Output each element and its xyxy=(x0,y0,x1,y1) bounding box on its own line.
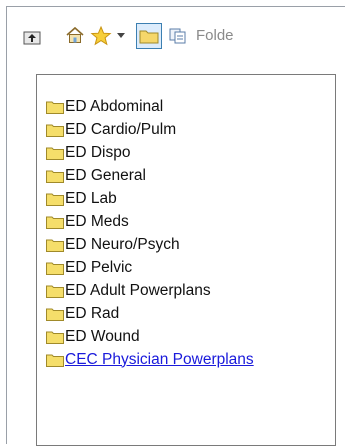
folder-icon xyxy=(46,101,64,114)
folder-item[interactable]: ED Abdominal xyxy=(46,95,254,118)
folder-item[interactable]: ED Adult Powerplans xyxy=(46,279,254,302)
folder-list-panel: ED Abdominal ED Cardio/Pulm ED Dispo ED Gen… xyxy=(36,74,336,446)
folder-item[interactable]: ED Pelvic xyxy=(46,256,254,279)
folder-item-label: CEC Physician Powerplans xyxy=(65,350,254,368)
folder-icon xyxy=(46,124,64,137)
copy-button[interactable] xyxy=(167,26,189,46)
folder-item-label: ED Neuro/Psych xyxy=(65,235,180,253)
folder-item[interactable]: ED General xyxy=(46,164,254,187)
folder-item-label: ED Adult Powerplans xyxy=(65,281,211,299)
favorites-dropdown[interactable] xyxy=(115,27,127,45)
folder-icon xyxy=(46,239,64,252)
folder-icon xyxy=(46,331,64,344)
folder-item[interactable]: ED Wound xyxy=(46,325,254,348)
folder-icon xyxy=(46,170,64,183)
folder-up-icon xyxy=(23,31,41,45)
folder-item[interactable]: ED Cardio/Pulm xyxy=(46,118,254,141)
folder-icon xyxy=(46,354,64,367)
folder-item-label: ED Abdominal xyxy=(65,97,164,115)
folder-item-label: ED Wound xyxy=(65,327,140,345)
folder-item[interactable]: ED Neuro/Psych xyxy=(46,233,254,256)
dropdown-arrow-icon xyxy=(117,33,125,38)
folder-item-label: ED Lab xyxy=(65,189,117,207)
folder-browser-window: Folde ED Abdominal ED Cardio/Pulm ED Dispo… xyxy=(6,6,346,446)
folder-item-label: ED Pelvic xyxy=(65,258,133,276)
folder-item[interactable]: CEC Physician Powerplans xyxy=(46,348,254,371)
folder-item-label: ED Cardio/Pulm xyxy=(65,120,177,138)
folder-item[interactable]: ED Rad xyxy=(46,302,254,325)
folder-item-label: ED Meds xyxy=(65,212,129,230)
folder-item-label: ED Rad xyxy=(65,304,120,322)
favorites-button[interactable] xyxy=(90,25,112,47)
folder-label: Folde xyxy=(196,27,234,44)
folder-item-label: ED Dispo xyxy=(65,143,131,161)
folder-icon xyxy=(46,262,64,275)
home-button[interactable] xyxy=(65,25,85,45)
folder-icon xyxy=(46,147,64,160)
folder-icon xyxy=(46,193,64,206)
folder-icon xyxy=(46,216,64,229)
folder-item-label: ED General xyxy=(65,166,146,184)
folder-up-button[interactable] xyxy=(21,27,43,47)
folder-icon xyxy=(46,285,64,298)
folder-view-button[interactable] xyxy=(136,23,162,49)
toolbar: Folde xyxy=(7,7,346,59)
folder-icon xyxy=(46,308,64,321)
folder-list: ED Abdominal ED Cardio/Pulm ED Dispo ED Gen… xyxy=(46,95,254,371)
star-icon xyxy=(90,25,112,46)
folder-view-icon xyxy=(139,30,159,44)
copy-icon xyxy=(169,28,186,44)
folder-item[interactable]: ED Dispo xyxy=(46,141,254,164)
folder-item[interactable]: ED Lab xyxy=(46,187,254,210)
home-icon xyxy=(66,26,84,43)
folder-item[interactable]: ED Meds xyxy=(46,210,254,233)
